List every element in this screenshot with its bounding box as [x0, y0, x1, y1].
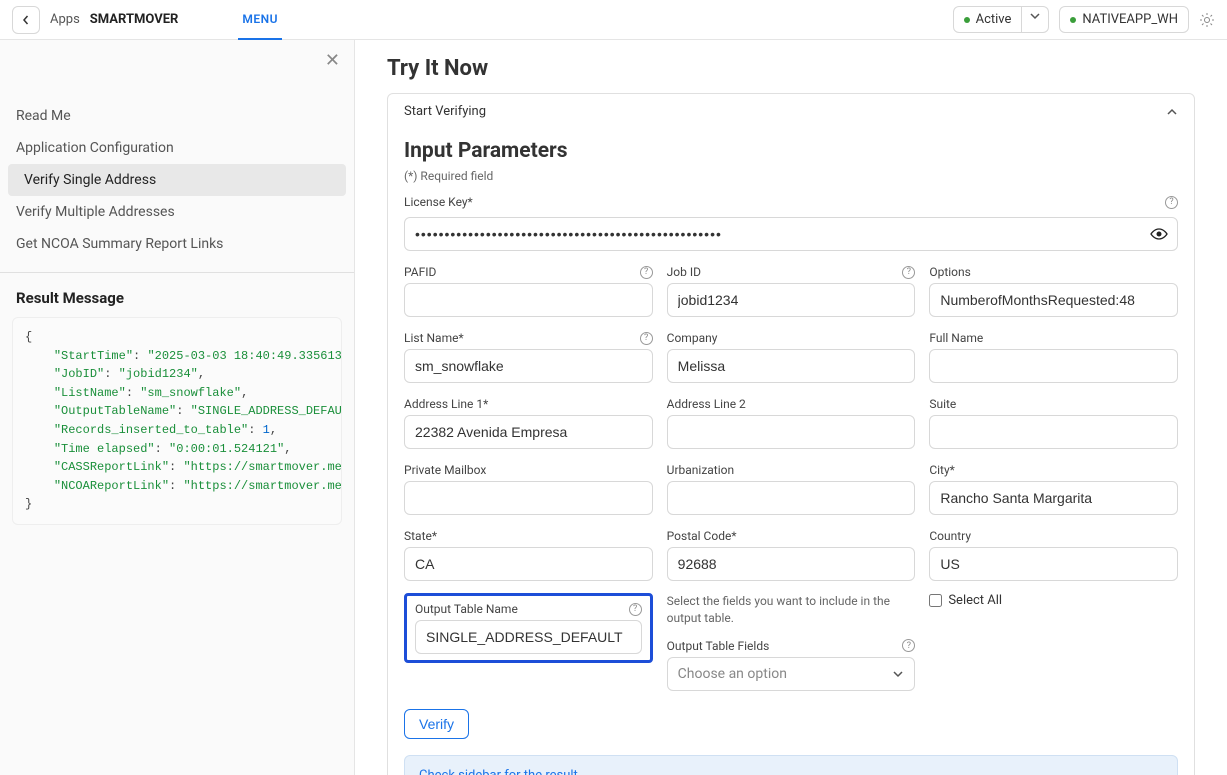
help-icon[interactable]: ? [902, 266, 915, 279]
company-input[interactable] [667, 349, 916, 383]
tab-menu[interactable]: MENU [238, 0, 282, 40]
sidebar: ✕ Read Me Application Configuration Veri… [0, 40, 355, 775]
sidebar-item-ncoa-links[interactable]: Get NCOA Summary Report Links [0, 228, 354, 260]
pafid-input[interactable] [404, 283, 653, 317]
body: ✕ Read Me Application Configuration Veri… [0, 40, 1227, 775]
sidebar-item-readme[interactable]: Read Me [0, 100, 354, 132]
app-name: SMARTMOVER [90, 12, 179, 27]
license-input[interactable] [404, 217, 1178, 251]
info-message: Check sidebar for the result. [404, 755, 1178, 775]
sidebar-divider [0, 272, 354, 273]
warehouse-label: NATIVEAPP_WH [1082, 12, 1178, 27]
chevron-down-icon [892, 669, 904, 679]
country-input[interactable] [929, 547, 1178, 581]
verify-button[interactable]: Verify [404, 709, 469, 739]
suite-label: Suite [929, 397, 956, 411]
sidebar-item-verify-multiple[interactable]: Verify Multiple Addresses [0, 196, 354, 228]
suite-input[interactable] [929, 415, 1178, 449]
status-button[interactable]: Active [953, 6, 1023, 33]
status-dot-icon [964, 17, 970, 23]
addr2-input[interactable] [667, 415, 916, 449]
gear-icon[interactable] [1199, 12, 1215, 28]
eye-icon[interactable] [1150, 227, 1168, 241]
outfields-select[interactable]: Choose an option [667, 657, 916, 691]
pmb-label: Private Mailbox [404, 463, 486, 477]
state-label: State* [404, 529, 437, 543]
selectall-checkbox[interactable] [929, 594, 942, 607]
city-input[interactable] [929, 481, 1178, 515]
selectall-label: Select All [948, 593, 1002, 608]
options-input[interactable] [929, 283, 1178, 317]
addr1-input[interactable] [404, 415, 653, 449]
header-left: Apps SMARTMOVER MENU [12, 0, 282, 40]
urb-label: Urbanization [667, 463, 734, 477]
section-title: Input Parameters [404, 139, 1178, 163]
jobid-label: Job ID [667, 265, 701, 279]
output-hint: Select the fields you want to include in… [667, 593, 916, 627]
outtable-input[interactable] [415, 620, 642, 654]
result-title: Result Message [0, 285, 354, 317]
main-content: Try It Now Start Verifying Input Paramet… [355, 40, 1227, 775]
company-label: Company [667, 331, 718, 345]
addr1-label: Address Line 1* [404, 397, 488, 411]
chevron-up-icon [1166, 107, 1178, 117]
state-input[interactable] [404, 547, 653, 581]
chevron-left-icon [21, 15, 31, 25]
panel-header-label: Start Verifying [404, 104, 486, 119]
status-label: Active [976, 12, 1012, 27]
app-header: Apps SMARTMOVER MENU Active NATIVEAPP_WH [0, 0, 1227, 40]
listname-label: List Name* [404, 331, 464, 345]
fullname-input[interactable] [929, 349, 1178, 383]
fullname-label: Full Name [929, 331, 983, 345]
page-title: Try It Now [387, 56, 1195, 81]
close-icon[interactable]: ✕ [325, 50, 340, 71]
outtable-label: Output Table Name [415, 602, 518, 616]
required-note: (*) Required field [404, 169, 1178, 183]
panel-body: Input Parameters (*) Required field Lice… [388, 129, 1194, 775]
pafid-label: PAFID [404, 265, 436, 279]
license-label: License Key* ? [404, 195, 1178, 209]
postal-input[interactable] [667, 547, 916, 581]
outfields-label: Output Table Fields [667, 639, 770, 653]
sidebar-item-appconfig[interactable]: Application Configuration [0, 132, 354, 164]
help-icon[interactable]: ? [640, 266, 653, 279]
header-right: Active NATIVEAPP_WH [953, 6, 1215, 33]
help-icon[interactable]: ? [629, 603, 642, 616]
urb-input[interactable] [667, 481, 916, 515]
country-label: Country [929, 529, 971, 543]
options-label: Options [929, 265, 971, 279]
output-table-highlight: Output Table Name? [404, 593, 653, 663]
city-label: City* [929, 463, 955, 477]
status-dot-icon [1070, 17, 1076, 23]
help-icon[interactable]: ? [1165, 196, 1178, 209]
pmb-input[interactable] [404, 481, 653, 515]
selectall-row: Select All [929, 593, 1178, 608]
status-dropdown[interactable] [1022, 6, 1049, 33]
postal-label: Postal Code* [667, 529, 737, 543]
help-icon[interactable]: ? [640, 332, 653, 345]
result-json: { "StartTime": "2025-03-03 18:40:49.3356… [12, 317, 342, 525]
back-button[interactable] [12, 6, 40, 34]
listname-input[interactable] [404, 349, 653, 383]
addr2-label: Address Line 2 [667, 397, 746, 411]
apps-link[interactable]: Apps [50, 12, 80, 27]
chevron-down-icon [1030, 12, 1040, 20]
help-icon[interactable]: ? [902, 639, 915, 652]
panel-header[interactable]: Start Verifying [388, 94, 1194, 129]
warehouse-button[interactable]: NATIVEAPP_WH [1059, 6, 1189, 33]
sidebar-nav: Read Me Application Configuration Verify… [0, 40, 354, 260]
panel: Start Verifying Input Parameters (*) Req… [387, 93, 1195, 775]
jobid-input[interactable] [667, 283, 916, 317]
outfields-placeholder: Choose an option [678, 666, 787, 682]
sidebar-item-verify-single[interactable]: Verify Single Address [8, 164, 346, 196]
